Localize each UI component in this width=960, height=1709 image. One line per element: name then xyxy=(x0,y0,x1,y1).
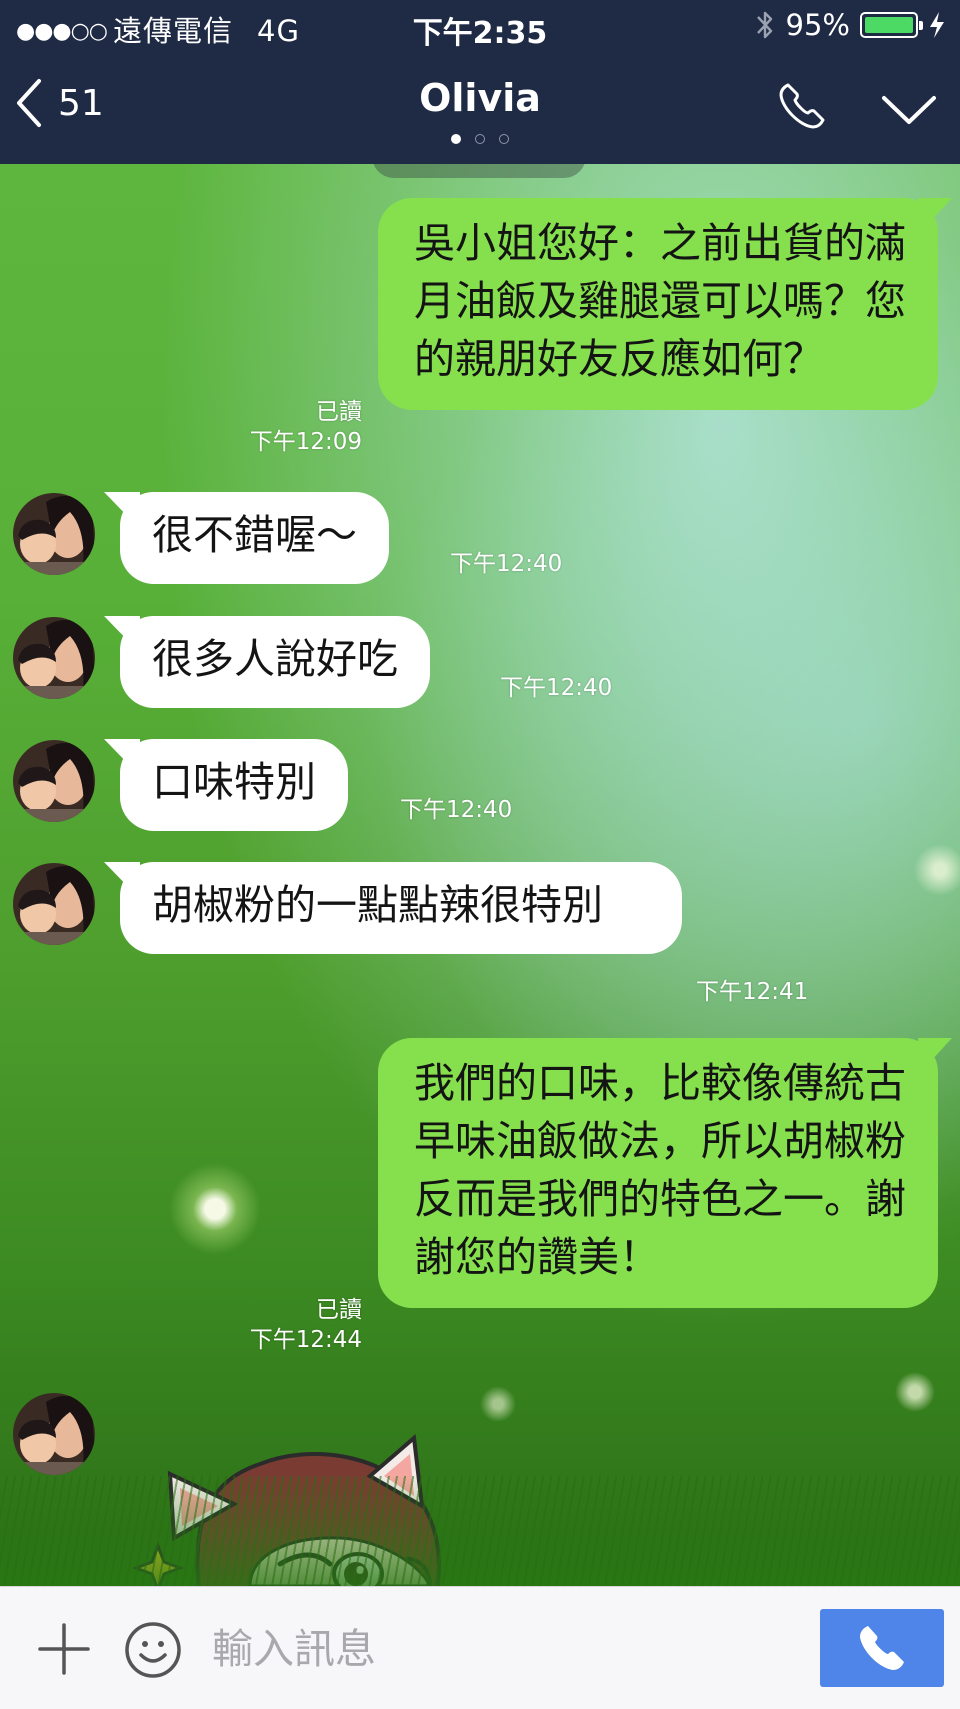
avatar[interactable] xyxy=(12,862,96,946)
avatar[interactable] xyxy=(12,492,96,576)
outgoing-message[interactable]: 吳小姐您好：之前出貨的滿月油飯及雞腿還可以嗎？您的親朋好友反應如何？ xyxy=(378,198,938,410)
message-time: 下午12:40 xyxy=(400,797,513,823)
voice-call-button[interactable] xyxy=(820,1609,944,1687)
battery-level xyxy=(865,17,913,33)
battery-percent: 95% xyxy=(785,8,850,42)
incoming-message[interactable]: 很不錯喔～ xyxy=(120,492,389,584)
avatar[interactable] xyxy=(12,1392,96,1476)
message-input-bar xyxy=(0,1586,960,1709)
battery-icon xyxy=(860,12,923,38)
message-time: 下午12:41 xyxy=(696,979,809,1005)
read-receipt: 已讀 xyxy=(316,399,362,425)
avatar[interactable] xyxy=(12,739,96,823)
avatar[interactable] xyxy=(12,616,96,700)
message-time: 下午12:40 xyxy=(450,551,563,577)
plus-icon[interactable] xyxy=(38,1623,90,1675)
page-dot xyxy=(499,134,509,144)
status-bar: ●●●○○ 遠傳電信 4G 下午2:35 95% xyxy=(0,0,960,56)
incoming-message[interactable]: 口味特別 xyxy=(120,739,348,831)
chat-pull-tab[interactable] xyxy=(372,164,586,178)
outgoing-message[interactable]: 我們的口味，比較像傳統古早味油飯做法，所以胡椒粉反而是我們的特色之一。謝謝您的讚… xyxy=(378,1038,938,1308)
smiley-icon[interactable] xyxy=(124,1621,182,1679)
message-time: 下午12:09 xyxy=(249,429,362,455)
charging-icon xyxy=(930,12,944,38)
phone-icon[interactable] xyxy=(776,80,828,132)
page-dot xyxy=(451,134,461,144)
grass-background xyxy=(0,1476,960,1586)
message-time: 下午12:44 xyxy=(249,1327,362,1353)
incoming-message[interactable]: 很多人說好吃 xyxy=(120,616,430,708)
message-input[interactable] xyxy=(210,1613,804,1685)
phone-icon xyxy=(860,1626,904,1670)
incoming-message[interactable]: 胡椒粉的一點點辣很特別 xyxy=(120,862,682,954)
chat-header: ●●●○○ 遠傳電信 4G 下午2:35 95% 51 Olivia xyxy=(0,0,960,164)
page-indicator xyxy=(0,134,960,144)
chevron-down-icon[interactable] xyxy=(880,92,938,128)
status-indicators: 95% xyxy=(754,8,946,42)
chat-messages[interactable]: 吳小姐您好：之前出貨的滿月油飯及雞腿還可以嗎？您的親朋好友反應如何？ 已讀 下午… xyxy=(0,164,960,1586)
message-time: 下午12:40 xyxy=(500,675,613,701)
read-receipt: 已讀 xyxy=(316,1297,362,1323)
page-dot xyxy=(475,134,485,144)
bluetooth-icon xyxy=(756,11,772,39)
